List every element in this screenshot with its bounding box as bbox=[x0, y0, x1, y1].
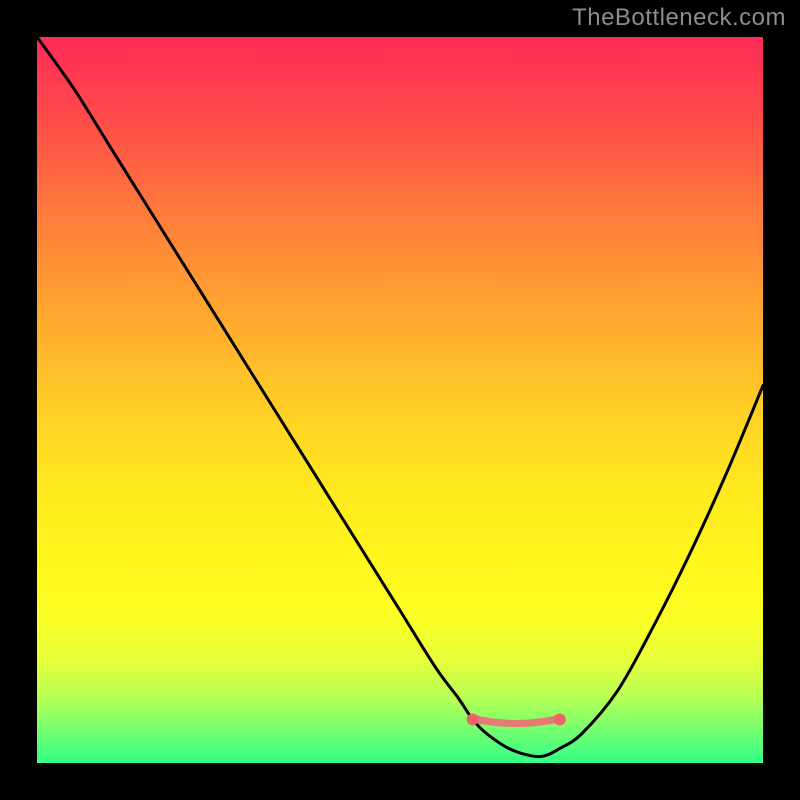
trough-marker-right bbox=[554, 713, 566, 725]
watermark-text: TheBottleneck.com bbox=[572, 4, 786, 32]
bottleneck-curve bbox=[37, 37, 763, 757]
curve-layer bbox=[37, 37, 763, 763]
trough-marker-left bbox=[467, 713, 479, 725]
trough-fill bbox=[473, 714, 560, 727]
